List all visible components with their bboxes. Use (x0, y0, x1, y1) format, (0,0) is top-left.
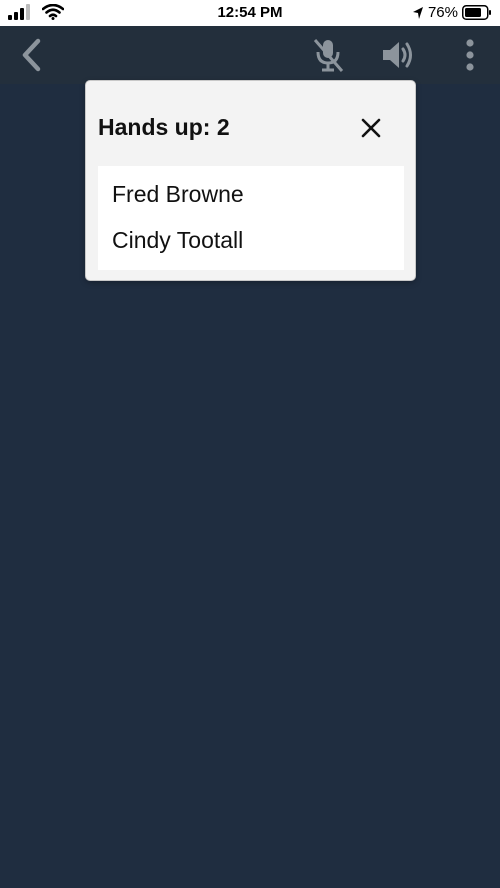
hands-up-list: Fred Browne Cindy Tootall (98, 166, 404, 270)
status-bar: 12:54 PM 76% (0, 0, 500, 26)
more-vertical-icon (466, 39, 474, 71)
mic-toggle-button[interactable] (308, 26, 348, 84)
dialog-title: Hands up: 2 (98, 114, 230, 140)
top-bar (0, 26, 500, 84)
hands-up-dialog: Hands up: 2 Fred Browne Cindy Tootall (85, 80, 416, 281)
close-button[interactable] (357, 114, 385, 142)
back-icon (22, 38, 41, 72)
status-right: 76% (412, 4, 492, 21)
location-arrow-icon (412, 6, 423, 19)
list-item: Cindy Tootall (112, 227, 244, 253)
app-screen: 12:54 PM 76% Hands up: 2 Fred Browne Cin… (0, 0, 500, 888)
mic-muted-icon (313, 39, 344, 72)
back-button[interactable] (14, 26, 48, 84)
speaker-icon (383, 42, 412, 68)
more-options-button[interactable] (458, 26, 482, 84)
battery-icon (462, 5, 491, 20)
speaker-button[interactable] (378, 26, 418, 84)
list-item: Fred Browne (112, 181, 244, 207)
close-icon (361, 118, 381, 138)
battery-percent: 76% (427, 4, 458, 21)
